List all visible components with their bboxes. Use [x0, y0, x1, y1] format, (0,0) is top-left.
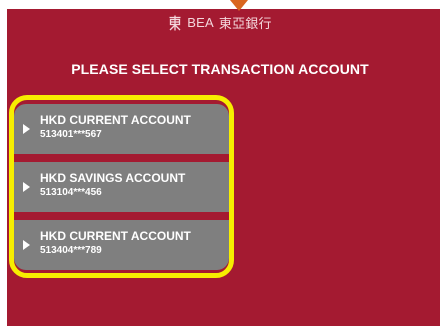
- brand-name-zh: 東亞銀行: [218, 16, 272, 31]
- bank-logo: BEA 東亞銀行: [0, 13, 440, 32]
- bea-logo-icon: [169, 15, 181, 30]
- atm-screenshot: BEA 東亞銀行 PLEASE SELECT TRANSACTION ACCOU…: [0, 0, 440, 326]
- down-arrow-icon: [230, 0, 248, 11]
- page-title: PLEASE SELECT TRANSACTION ACCOUNT: [71, 61, 369, 77]
- selection-highlight: [9, 95, 234, 278]
- brand-name-en: BEA: [187, 15, 214, 30]
